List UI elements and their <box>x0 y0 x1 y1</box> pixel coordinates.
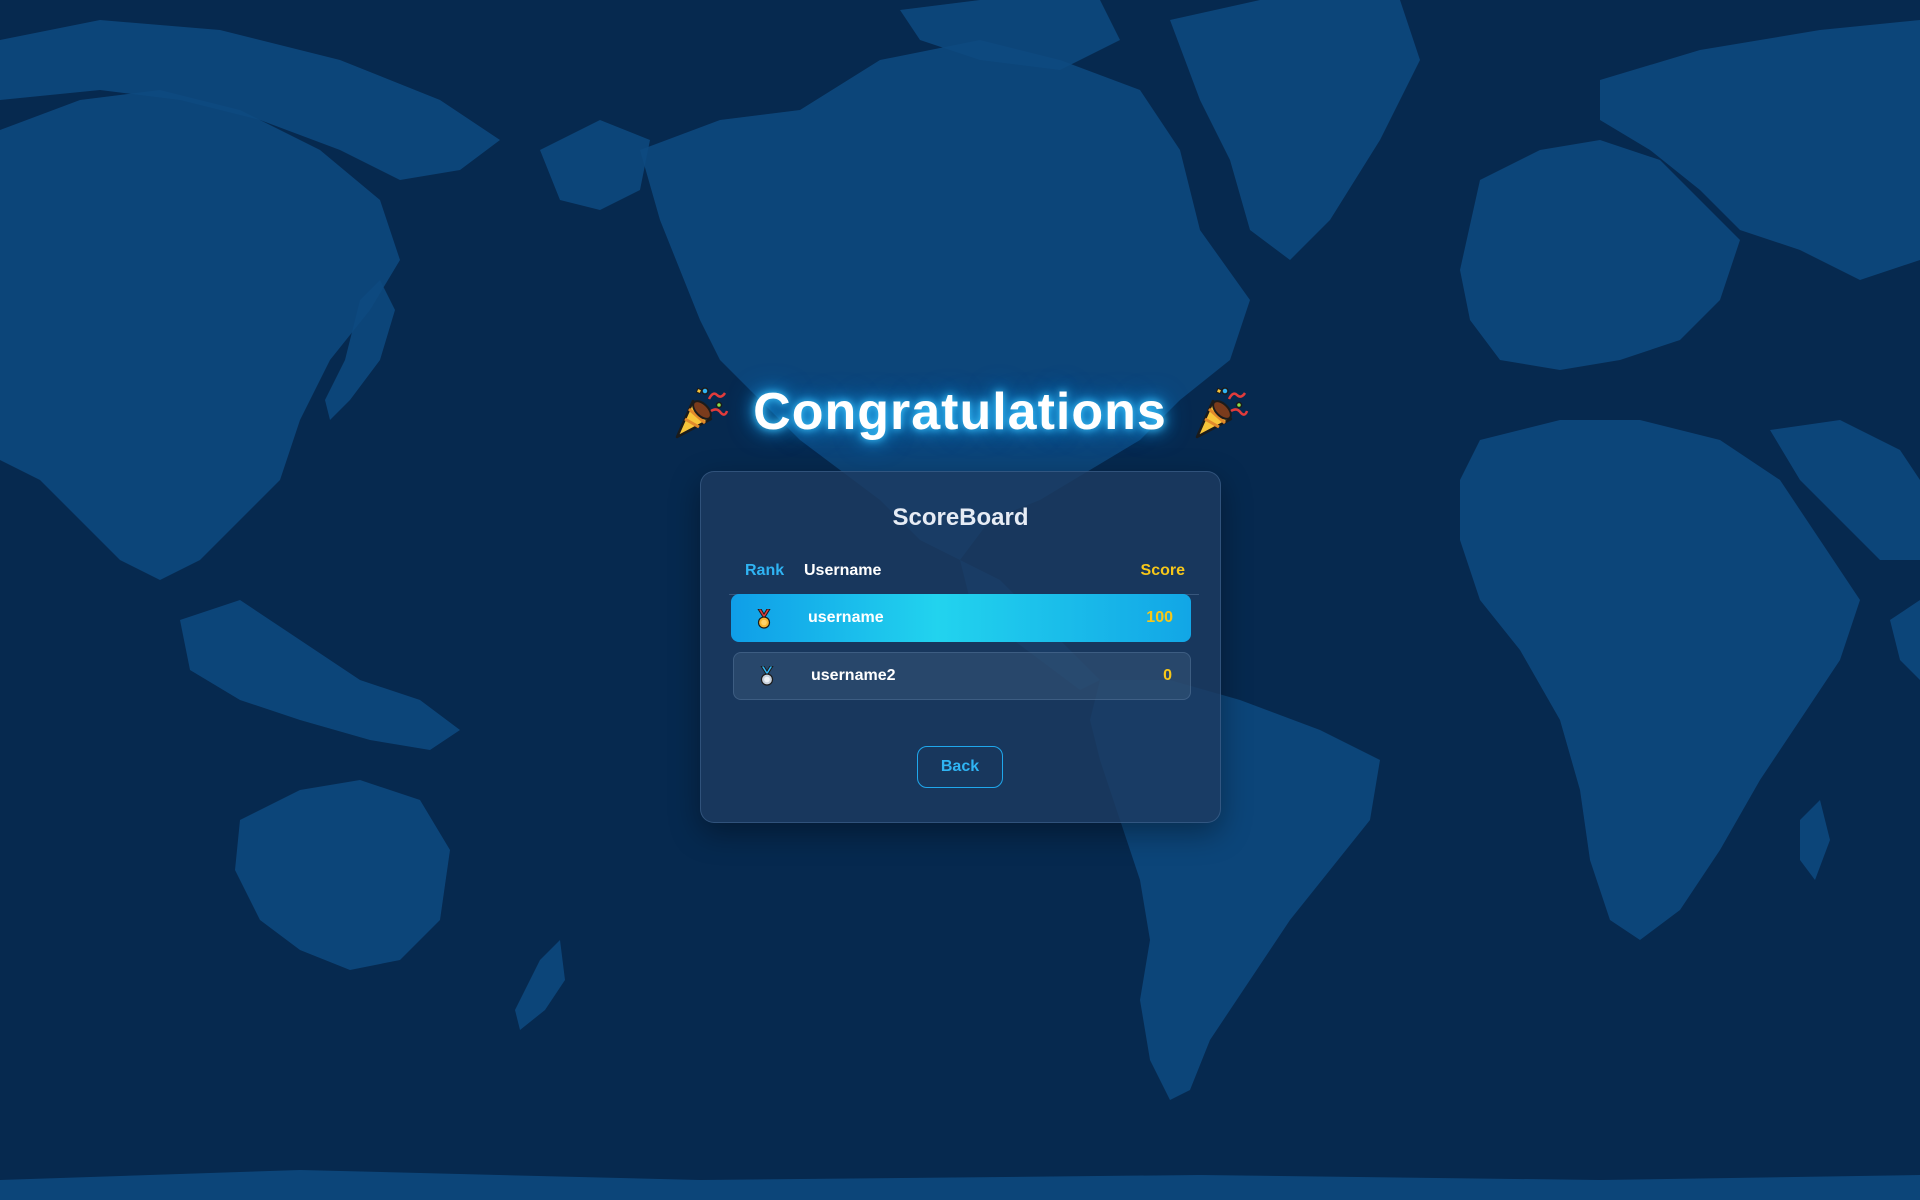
congratulations-header: Congratulations <box>0 382 1920 442</box>
username-column-header: Username <box>804 562 882 579</box>
row-score: 0 <box>1163 667 1172 684</box>
party-popper-icon <box>675 387 729 439</box>
back-button[interactable]: Back <box>917 746 1003 788</box>
map-antarctica <box>0 1170 1920 1200</box>
map-alaska <box>540 120 650 210</box>
silver-medal-icon <box>760 666 774 686</box>
page-title: Congratulations <box>753 383 1167 441</box>
map-india <box>1890 600 1920 680</box>
scoreboard-row: username2 0 <box>733 652 1191 700</box>
row-score: 100 <box>1146 609 1173 626</box>
map-madagascar <box>1800 800 1830 880</box>
map-africa <box>1460 420 1860 940</box>
map-east-asia <box>0 90 400 580</box>
rank-column-header: Rank <box>745 562 785 579</box>
scoreboard-title: ScoreBoard <box>892 504 1029 531</box>
scoreboard-card: ScoreBoard Rank Username Score username … <box>700 471 1221 823</box>
scoreboard-header: Rank Username Score <box>729 562 1199 595</box>
map-new-zealand <box>515 940 565 1030</box>
map-australia <box>235 780 450 970</box>
gold-medal-icon <box>757 609 771 629</box>
party-popper-icon <box>1195 387 1249 439</box>
row-username: username <box>808 609 884 626</box>
scoreboard-row: username 100 <box>731 594 1191 642</box>
score-column-header: Score <box>1140 562 1185 579</box>
map-southeast-asia <box>180 600 460 750</box>
map-greenland <box>1170 0 1420 260</box>
row-username: username2 <box>811 667 896 684</box>
